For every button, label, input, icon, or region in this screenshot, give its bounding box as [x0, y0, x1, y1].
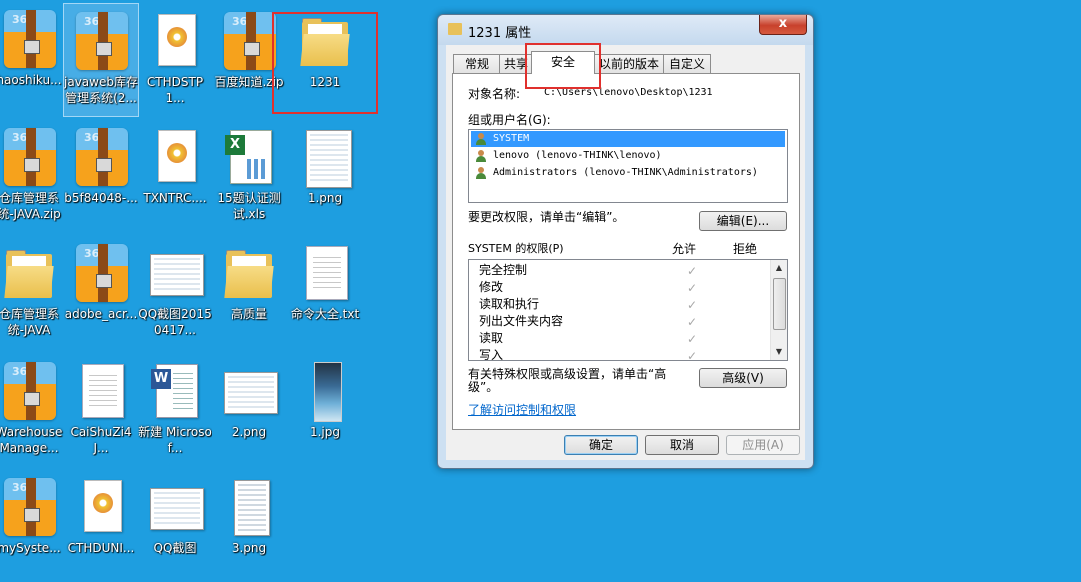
desktop-icon-adobe-acr[interactable]: 360 adobe_acr... [64, 236, 138, 348]
desktop-icon-commands-txt[interactable]: 命令大全.txt [288, 236, 362, 348]
permission-row: 修改 [479, 280, 504, 294]
image-file-icon [224, 362, 278, 420]
permission-row: 写入 [479, 348, 504, 361]
scroll-thumb[interactable] [773, 278, 786, 330]
apply-button[interactable]: 应用(A) [726, 435, 800, 455]
image-file-icon [224, 478, 276, 536]
permissions-scrollbar[interactable]: ▲ ▼ [770, 260, 787, 360]
users-group-icon [475, 167, 487, 179]
group-item-lenovo[interactable]: lenovo (lenovo-THINK\lenovo) [471, 148, 785, 164]
permission-row: 完全控制 [479, 263, 528, 277]
zip-archive-icon: 360 [76, 12, 128, 70]
zip-archive-icon: 360 [4, 478, 56, 536]
text-document-icon [300, 244, 352, 302]
desktop-icon-gaozhiliang[interactable]: 高质量 [212, 236, 286, 348]
properties-dialog: 1231 属性 x 常规 共享 安全 以前的版本 自定义 对象名称: C:\Us… [437, 14, 814, 469]
allow-check-icon: ✓ [687, 298, 698, 312]
desktop-icon-2-png[interactable]: 2.png [212, 354, 286, 466]
folder-icon [4, 244, 56, 302]
permission-row: 读取 [479, 331, 504, 345]
dialog-titlebar[interactable]: 1231 属性 x [438, 15, 813, 45]
desktop-icon-txntrc[interactable]: TXNTRC.... [138, 120, 212, 232]
desktop-icon-new-word-doc[interactable]: W 新建 Microsof... [138, 354, 212, 466]
setup-file-icon [150, 128, 202, 186]
allow-check-icon: ✓ [687, 332, 698, 346]
zip-archive-icon: 360 [4, 10, 56, 68]
desktop-icon-qq-screenshot[interactable]: QQ截图 [138, 470, 212, 582]
desktop-icon-caishuzi[interactable]: CaiShuZi4J... [64, 354, 138, 466]
user-icon [475, 150, 487, 162]
group-item-system[interactable]: SYSTEM [471, 131, 785, 147]
tab-security[interactable]: 安全 [531, 51, 595, 74]
permissions-list[interactable]: 完全控制 ✓ 修改 ✓ 读取和执行 ✓ 列出文件夹内容 ✓ 读取 ✓ 写入 ✓ … [468, 259, 788, 361]
advanced-button[interactable]: 高级(V) [699, 368, 787, 388]
allow-check-icon: ✓ [687, 315, 698, 329]
allow-check-icon: ✓ [687, 349, 698, 361]
tab-general[interactable]: 常规 [453, 54, 501, 73]
change-permissions-hint: 要更改权限，请单击“编辑”。 [468, 210, 625, 224]
zip-archive-icon: 360 [224, 12, 276, 70]
dialog-client: 常规 共享 安全 以前的版本 自定义 对象名称: C:\Users\lenovo… [446, 45, 805, 460]
setup-file-icon [76, 478, 128, 536]
tab-customize[interactable]: 自定义 [663, 54, 711, 73]
desktop-icon-warehouse-manage[interactable]: 360 Warehouse Manage... [0, 354, 66, 466]
permissions-header: SYSTEM 的权限(P) [468, 242, 564, 255]
advanced-hint-line2: 级”。 [468, 380, 499, 394]
desktop-icon-1-png[interactable]: 1.png [288, 120, 362, 232]
groups-label: 组或用户名(G): [468, 113, 551, 127]
excel-file-icon: X [224, 128, 276, 186]
desktop-icon-haoshiku[interactable]: 360 haoshiku... [0, 2, 66, 114]
jpg-file-icon [300, 362, 352, 422]
dialog-title: 1231 属性 [468, 26, 532, 41]
group-item-administrators[interactable]: Administrators (lenovo-THINK\Administrat… [471, 165, 785, 181]
setup-file-icon [150, 12, 202, 70]
security-tab-panel: 对象名称: C:\Users\lenovo\Desktop\1231 组或用户名… [452, 73, 800, 430]
allow-check-icon: ✓ [687, 281, 698, 295]
zip-archive-icon: 360 [4, 362, 56, 420]
zip-archive-icon: 360 [4, 128, 56, 186]
zip-archive-icon: 360 [76, 128, 128, 186]
desktop-icon-15-test-xls[interactable]: X 15题认证测试.xls [212, 120, 286, 232]
desktop-icon-cthdstp1[interactable]: CTHDSTP1... [138, 4, 212, 116]
folder-icon [448, 23, 462, 35]
zip-archive-icon: 360 [76, 244, 128, 302]
tab-previous-versions[interactable]: 以前的版本 [593, 54, 665, 73]
permission-row: 列出文件夹内容 [479, 314, 564, 328]
image-file-icon [300, 128, 352, 188]
folder-icon [224, 244, 276, 302]
allow-header: 允许 [672, 242, 697, 256]
desktop-icon-warehouse-java-folder[interactable]: 仓库管理系统-JAVA [0, 236, 66, 348]
scroll-up-arrow-icon[interactable]: ▲ [771, 260, 787, 276]
learn-access-control-link[interactable]: 了解访问控制和权限 [468, 401, 576, 418]
scroll-down-arrow-icon[interactable]: ▼ [771, 344, 787, 360]
desktop-icon-cthduni[interactable]: CTHDUNI... [64, 470, 138, 582]
desktop-icon-qq-screenshot-20150417[interactable]: QQ截图20150417... [138, 236, 212, 348]
groups-listbox[interactable]: SYSTEM lenovo (lenovo-THINK\lenovo) Admi… [468, 129, 788, 203]
red-highlight-box [272, 12, 378, 114]
image-file-icon [150, 478, 204, 536]
permission-row: 读取和执行 [479, 297, 540, 311]
cancel-button[interactable]: 取消 [645, 435, 719, 455]
word-document-icon: W [150, 362, 202, 420]
text-document-icon [76, 362, 128, 420]
close-button[interactable]: x [759, 15, 807, 35]
desktop-icon-javaweb-zip[interactable]: 360 javaweb库存管理系统(2... [63, 3, 139, 117]
image-file-icon [150, 244, 204, 302]
users-group-icon [475, 133, 487, 145]
desktop-icon-1-jpg[interactable]: 1.jpg [288, 354, 362, 466]
object-name-label: 对象名称: [468, 87, 521, 101]
desktop-icon-warehouse-java-zip[interactable]: 360 仓库管理系统-JAVA.zip [0, 120, 66, 232]
edit-button[interactable]: 编辑(E)... [699, 211, 787, 231]
ok-button[interactable]: 确定 [564, 435, 638, 455]
desktop-icon-3-png[interactable]: 3.png [212, 470, 286, 582]
deny-header: 拒绝 [733, 242, 758, 256]
allow-check-icon: ✓ [687, 264, 698, 278]
desktop-icon-mysystem[interactable]: 360 mySyste... [0, 470, 66, 582]
desktop-icon-b5f84048[interactable]: 360 b5f84048-... [64, 120, 138, 232]
